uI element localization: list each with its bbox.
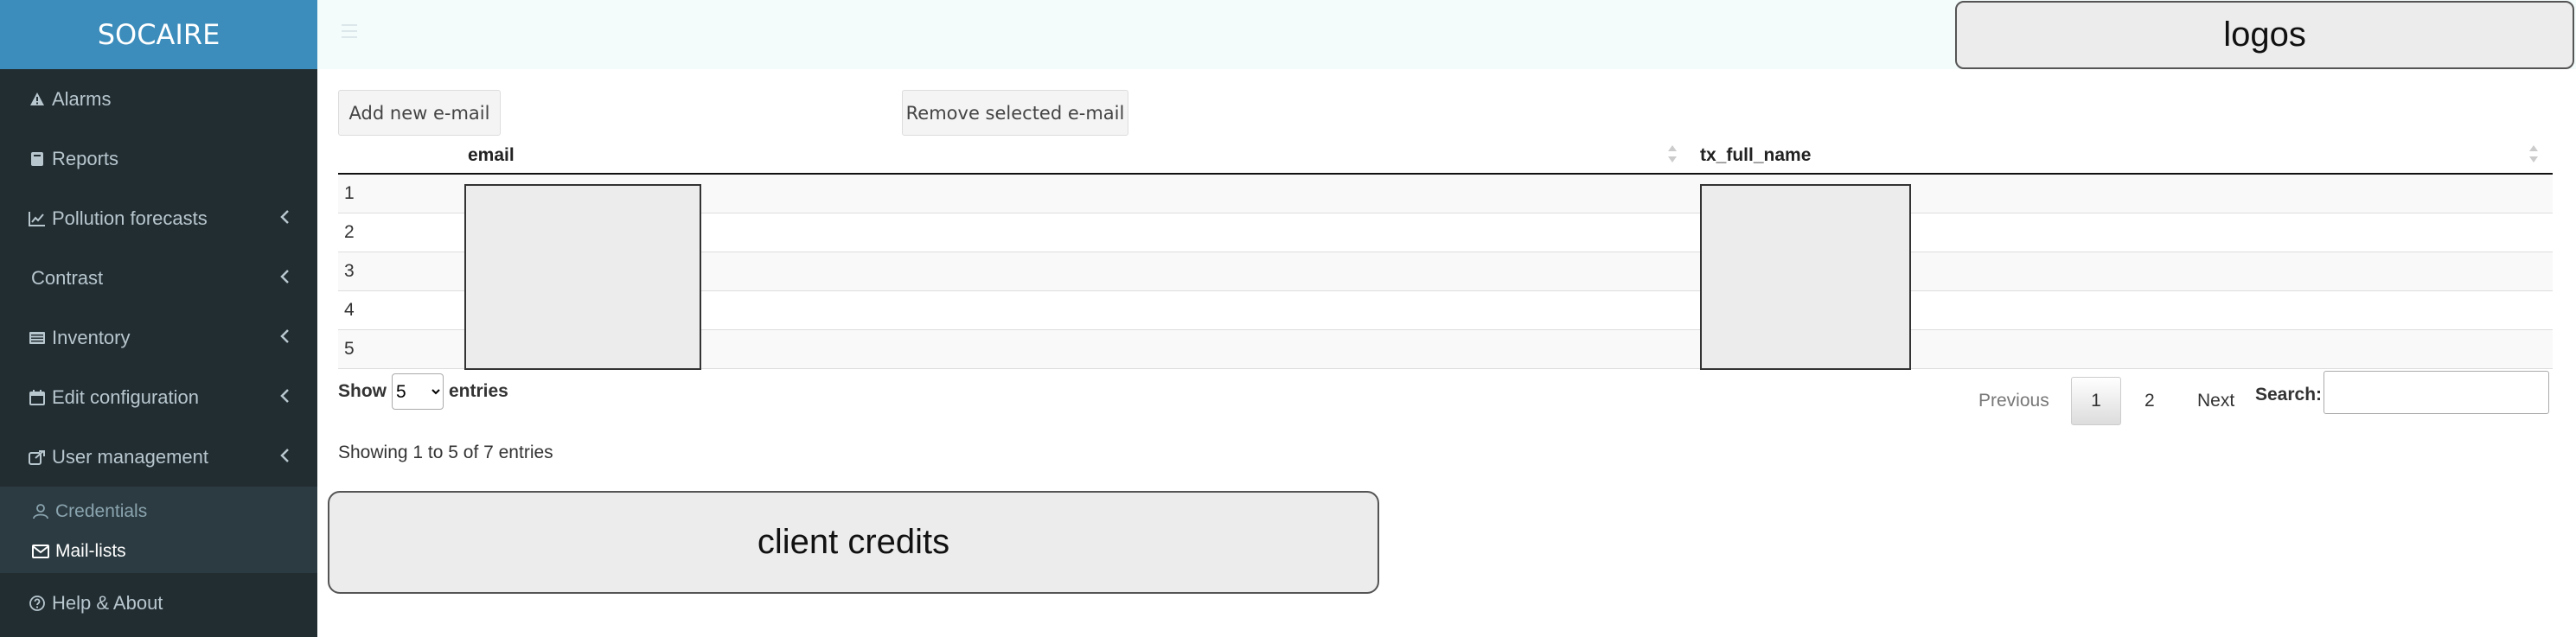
client-credits-placeholder: client credits (328, 491, 1379, 594)
row-index: 3 (344, 261, 355, 281)
pagination-page-1[interactable]: 1 (2071, 377, 2121, 425)
search-label: Search: (2255, 385, 2323, 404)
sort-icon[interactable] (2529, 143, 2538, 164)
row-index: 4 (344, 300, 355, 320)
list-icon (28, 328, 47, 347)
user-icon (31, 502, 50, 521)
sidebar-item-contrast[interactable]: Contrast (0, 248, 317, 308)
redacted-email-column (464, 184, 701, 370)
sidebar-item-mail-lists[interactable]: Mail-lists (0, 532, 317, 571)
search-input[interactable] (2324, 371, 2549, 414)
row-index: 2 (344, 222, 355, 242)
app-root: SOCAIRE Alarms Reports Pollution forecas… (0, 0, 2576, 637)
redacted-full-name-column (1700, 184, 1911, 370)
book-icon (28, 150, 47, 169)
user-management-submenu: Credentials Mail-lists (0, 487, 317, 573)
column-header-tx-full-name[interactable]: tx_full_name (1700, 145, 1811, 166)
chevron-left-icon (279, 207, 290, 230)
sidebar-item-edit-configuration[interactable]: Edit configuration (0, 367, 317, 427)
sidebar-item-label: Credentials (55, 501, 148, 521)
entries-per-page-select[interactable]: 5 (392, 373, 444, 410)
sidebar-item-label: Help & About (52, 592, 163, 614)
sidebar-item-reports[interactable]: Reports (0, 129, 317, 188)
table-header: email tx_full_name (338, 138, 2553, 175)
logos-label: logos (2223, 16, 2306, 54)
length-menu: Show 5 entries (338, 373, 508, 410)
sidebar-menu: Alarms Reports Pollution forecasts Contr… (0, 69, 317, 487)
sidebar-item-help-about[interactable]: Help & About (0, 573, 317, 634)
sidebar-item-label: Alarms (52, 87, 112, 110)
add-email-button[interactable]: Add new e-mail (338, 90, 501, 136)
remove-email-button[interactable]: Remove selected e-mail (902, 90, 1128, 136)
line-chart-icon (28, 209, 47, 228)
sort-icon[interactable] (1668, 143, 1677, 164)
chevron-left-icon (279, 327, 290, 349)
pagination-next[interactable]: Next (2197, 391, 2234, 411)
pagination-previous[interactable]: Previous (1978, 391, 2049, 411)
chevron-left-icon (279, 267, 290, 290)
credits-label: client credits (757, 523, 950, 561)
brand-logo[interactable]: SOCAIRE (0, 0, 317, 69)
sidebar-item-label: User management (52, 445, 208, 468)
pagination-page-2[interactable]: 2 (2145, 391, 2155, 411)
sidebar-item-credentials[interactable]: Credentials (0, 492, 317, 532)
logos-placeholder: logos (1955, 1, 2574, 69)
sidebar-toggle-icon[interactable] (342, 24, 357, 38)
sidebar-item-label: Inventory (52, 326, 131, 348)
chevron-left-icon (279, 446, 290, 468)
sidebar-item-inventory[interactable]: Inventory (0, 308, 317, 367)
sidebar-item-label: Edit configuration (52, 385, 199, 408)
sidebar-item-alarms[interactable]: Alarms (0, 69, 317, 129)
sidebar-item-label: Contrast (31, 266, 104, 289)
sidebar-item-label: Reports (52, 147, 119, 169)
envelope-icon (31, 542, 50, 561)
entries-label: entries (449, 381, 508, 401)
sidebar: SOCAIRE Alarms Reports Pollution forecas… (0, 0, 317, 637)
row-index: 1 (344, 183, 355, 203)
sidebar-item-label: Mail-lists (55, 541, 126, 561)
warning-icon (28, 90, 47, 109)
question-icon (28, 594, 47, 613)
sidebar-item-user-management[interactable]: User management (0, 427, 317, 487)
column-header-email[interactable]: email (468, 145, 515, 166)
brand-title: SOCAIRE (97, 18, 221, 51)
row-index: 5 (344, 339, 355, 359)
share-icon (28, 448, 47, 467)
show-label: Show (338, 381, 387, 401)
chevron-left-icon (279, 386, 290, 409)
sidebar-item-pollution-forecasts[interactable]: Pollution forecasts (0, 188, 317, 248)
calendar-icon (28, 388, 47, 407)
table-info: Showing 1 to 5 of 7 entries (338, 443, 553, 462)
sidebar-item-label: Pollution forecasts (52, 207, 208, 229)
